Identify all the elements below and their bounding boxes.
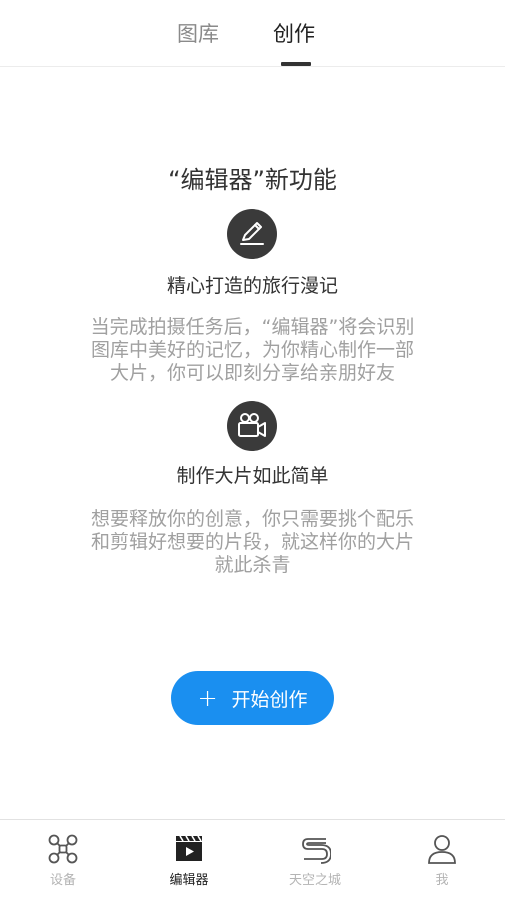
feature2-desc-line: 想要释放你的创意，你只需要挑个配乐 [90, 508, 414, 530]
nav-label-devices: 设备 [49, 873, 76, 888]
nav-item-me[interactable]: 我 [379, 820, 505, 897]
tab-create[interactable]: 创作 [273, 20, 315, 48]
nav-item-editor[interactable]: 编辑器 [126, 820, 252, 897]
active-tab-indicator [281, 62, 311, 66]
pencil-icon [227, 209, 277, 259]
feature2-description: 想要释放你的创意，你只需要挑个配乐 和剪辑好想要的片段，就这样你的大片 就此杀青 [60, 508, 445, 577]
skypixel-icon [299, 833, 332, 865]
start-create-button[interactable]: + 开始创作 [171, 671, 334, 725]
user-icon [426, 833, 458, 865]
start-create-label: 开始创作 [231, 688, 308, 711]
nav-label-editor: 编辑器 [169, 873, 209, 888]
nav-item-skycity[interactable]: 天空之城 [252, 820, 378, 897]
editor-create-page: 图库 创作 “编辑器”新功能 精心打造的旅行漫记 当完成拍摄任务后，“编辑器”将… [0, 0, 505, 897]
page-headline: “编辑器”新功能 [168, 166, 337, 194]
video-camera-icon [227, 401, 277, 451]
feature1-desc-line: 当完成拍摄任务后，“编辑器”将会识别 [90, 316, 415, 338]
tab-gallery[interactable]: 图库 [177, 20, 219, 48]
nav-label-me: 我 [435, 873, 449, 888]
feature1-desc-line: 图库中美好的记忆，为你精心制作一部 [90, 339, 414, 361]
nav-label-skycity: 天空之城 [288, 873, 341, 888]
feature1-desc-line: 大片，你可以即刻分享给亲朋好友 [109, 362, 395, 384]
plus-icon: + [197, 684, 218, 712]
feature2-title: 制作大片如此简单 [176, 465, 329, 487]
bottom-nav-bar: 设备 编辑器 天空之城 我 [0, 819, 505, 897]
clapperboard-icon [173, 833, 205, 865]
feature1-description: 当完成拍摄任务后，“编辑器”将会识别 图库中美好的记忆，为你精心制作一部 大片，… [60, 316, 445, 385]
feature2-desc-line: 和剪辑好想要的片段，就这样你的大片 [90, 531, 414, 553]
nav-item-devices[interactable]: 设备 [0, 820, 126, 897]
drone-icon [47, 833, 79, 865]
feature2-desc-line: 就此杀青 [214, 554, 291, 576]
top-tab-bar: 图库 创作 [0, 0, 505, 67]
feature1-title: 精心打造的旅行漫记 [166, 275, 338, 297]
